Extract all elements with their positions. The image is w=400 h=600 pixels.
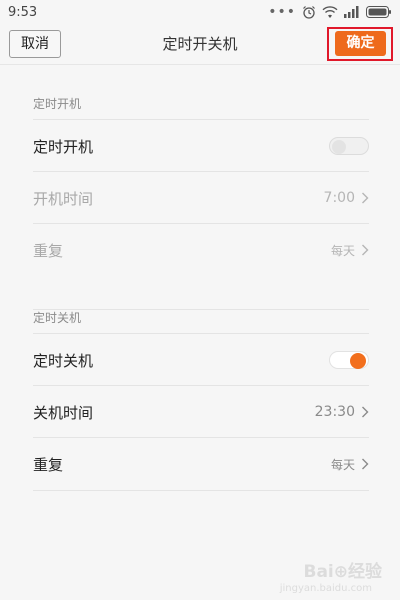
toggle-knob [350,353,366,369]
watermark-logo: Bai⊕经验 [303,562,382,582]
power-off-repeat-value-group: 每天 [331,456,369,473]
power-on-toggle-row[interactable]: 定时开机 [33,119,369,172]
power-off-section-divider [33,309,369,310]
power-on-time-label: 开机时间 [33,189,94,208]
power-on-time-row[interactable]: 开机时间 7:00 [33,171,369,224]
status-bar: 9:53 ••• [0,0,400,24]
status-dots: ••• [268,4,296,20]
wifi-icon [322,5,338,19]
power-off-time-label: 关机时间 [33,403,94,422]
power-on-repeat-value: 每天 [330,243,355,258]
power-on-section-title: 定时开机 [33,97,82,111]
chevron-right-icon [362,458,369,470]
power-on-toggle-label: 定时开机 [33,137,94,156]
power-off-section-title: 定时关机 [33,311,82,325]
power-on-time-value: 7:00 [323,190,355,206]
toggle-knob [332,140,346,154]
power-off-time-value-group: 23:30 [315,404,369,420]
chevron-right-icon [362,192,369,204]
power-on-repeat-label: 重复 [33,241,64,260]
title-bar: 定时开关机 取消 确定 [0,24,400,65]
power-off-time-value: 23:30 [314,404,355,420]
status-icons: ••• [268,4,392,20]
power-on-repeat-row[interactable]: 重复 每天 [33,223,369,276]
watermark-url: jingyan.baidu.com [279,583,372,594]
alarm-icon [302,5,316,19]
power-off-repeat-value: 每天 [330,457,355,472]
power-off-repeat-row[interactable]: 重复 每天 [33,437,369,491]
power-off-toggle-label: 定时关机 [33,351,94,370]
chevron-right-icon [362,406,369,418]
power-off-toggle[interactable] [329,351,369,369]
power-on-time-value-group: 7:00 [324,190,369,206]
chevron-right-icon [362,244,369,256]
power-off-repeat-label: 重复 [33,455,64,474]
power-off-toggle-row[interactable]: 定时关机 [33,333,369,386]
status-time: 9:53 [8,4,38,20]
signal-icon [344,6,360,18]
power-off-time-row[interactable]: 关机时间 23:30 [33,385,369,438]
power-on-repeat-value-group: 每天 [331,242,369,259]
battery-icon [366,6,392,18]
cancel-button[interactable]: 取消 [9,30,61,58]
confirm-button[interactable]: 确定 [335,31,386,56]
power-on-toggle[interactable] [329,137,369,155]
